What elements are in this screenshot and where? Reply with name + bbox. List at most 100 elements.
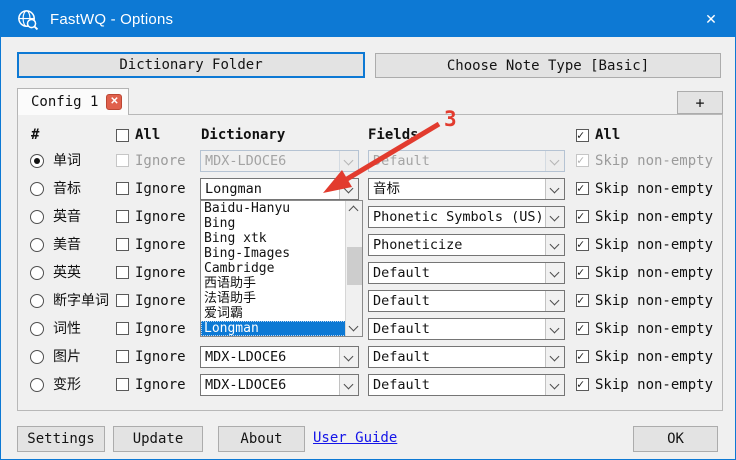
chevron-down-icon[interactable] [545,179,564,199]
dropdown-item-8[interactable]: Longman [201,321,346,336]
row-label-0: 单词 [53,150,81,172]
skip-label-row-6: Skip non-empty [595,318,713,340]
dropdown-item-2[interactable]: Bing xtk [201,231,346,246]
field-combo-row-5[interactable]: Default [368,290,565,312]
field-combo-value-5: Default [369,291,545,311]
user-guide-link[interactable]: User Guide [313,430,397,446]
ignore-label-row-5: Ignore [135,290,186,312]
ignore-label-row-8: Ignore [135,374,186,396]
chevron-down-icon[interactable] [339,151,358,171]
skip-checkbox-row-7[interactable] [576,350,589,363]
dropdown-item-7[interactable]: 爱词霸 [201,306,346,321]
scroll-down-icon[interactable] [349,322,359,332]
radio-row-3[interactable] [30,238,44,252]
radio-row-7[interactable] [30,350,44,364]
dropdown-item-4[interactable]: Cambridge [201,261,346,276]
chevron-down-icon[interactable] [545,375,564,395]
column-header-all-right: All [595,127,620,143]
skip-label-row-1: Skip non-empty [595,178,713,200]
radio-row-5[interactable] [30,294,44,308]
field-combo-row-7[interactable]: Default [368,346,565,368]
chevron-down-icon[interactable] [339,375,358,395]
ignore-checkbox-row-3[interactable] [116,238,129,251]
dropdown-items: Baidu-HanyuBingBing xtkBing-ImagesCambri… [201,201,362,336]
ignore-checkbox-row-7[interactable] [116,350,129,363]
radio-row-1[interactable] [30,182,44,196]
about-button[interactable]: About [218,426,305,452]
skip-checkbox-row-0[interactable] [576,154,589,167]
dropdown-item-3[interactable]: Bing-Images [201,246,346,261]
ignore-checkbox-row-4[interactable] [116,266,129,279]
chevron-down-icon[interactable] [545,263,564,283]
choose-note-type-button[interactable]: Choose Note Type [Basic] [375,53,721,78]
skip-label-row-3: Skip non-empty [595,234,713,256]
dictionary-folder-button[interactable]: Dictionary Folder [17,52,365,78]
chevron-down-icon[interactable] [545,235,564,255]
radio-row-4[interactable] [30,266,44,280]
dropdown-scrollbar[interactable] [345,201,362,336]
ignore-label-row-1: Ignore [135,178,186,200]
dictionary-dropdown-list: Baidu-HanyuBingBing xtkBing-ImagesCambri… [200,200,363,337]
ignore-checkbox-row-0[interactable] [116,154,129,167]
row-label-7: 图片 [53,346,81,368]
skip-checkbox-row-5[interactable] [576,294,589,307]
radio-row-0[interactable] [30,154,44,168]
dropdown-item-1[interactable]: Bing [201,216,346,231]
field-combo-row-2[interactable]: Phonetic Symbols (US) [368,206,565,228]
field-combo-row-3[interactable]: Phoneticize [368,234,565,256]
skip-checkbox-row-1[interactable] [576,182,589,195]
field-combo-row-4[interactable]: Default [368,262,565,284]
ignore-label-row-3: Ignore [135,234,186,256]
dict-combo-value-0: MDX-LDOCE6 [201,151,339,171]
close-icon[interactable]: ✕ [687,1,735,37]
ignore-checkbox-row-5[interactable] [116,294,129,307]
radio-row-8[interactable] [30,378,44,392]
chevron-down-icon[interactable] [545,151,564,171]
field-combo-row-1[interactable]: 音标 [368,178,565,200]
chevron-down-icon[interactable] [339,179,358,199]
all-ignore-checkbox[interactable] [116,129,129,142]
dict-combo-value-8: MDX-LDOCE6 [201,375,339,395]
skip-checkbox-row-2[interactable] [576,210,589,223]
ignore-checkbox-row-8[interactable] [116,378,129,391]
field-combo-row-8[interactable]: Default [368,374,565,396]
scrollbar-thumb[interactable] [347,247,362,285]
field-combo-row-6[interactable]: Default [368,318,565,340]
skip-checkbox-row-6[interactable] [576,322,589,335]
dropdown-item-5[interactable]: 西语助手 [201,276,346,291]
dropdown-item-6[interactable]: 法语助手 [201,291,346,306]
chevron-down-icon[interactable] [545,291,564,311]
ignore-checkbox-row-6[interactable] [116,322,129,335]
scroll-up-icon[interactable] [349,206,359,216]
tab-close-icon[interactable]: ✕ [106,94,122,110]
add-config-tab-button[interactable]: + [677,91,723,114]
settings-button[interactable]: Settings [17,426,105,452]
radio-row-2[interactable] [30,210,44,224]
row-label-4: 英英 [53,262,81,284]
dict-combo-row-0[interactable]: MDX-LDOCE6 [200,150,359,172]
ignore-label-row-2: Ignore [135,206,186,228]
skip-label-row-0: Skip non-empty [595,150,713,172]
ok-button[interactable]: OK [633,426,718,452]
ignore-checkbox-row-1[interactable] [116,182,129,195]
ignore-label-row-7: Ignore [135,346,186,368]
radio-row-6[interactable] [30,322,44,336]
field-combo-row-0[interactable]: Default [368,150,565,172]
dict-combo-row-8[interactable]: MDX-LDOCE6 [200,374,359,396]
chevron-down-icon[interactable] [545,319,564,339]
skip-checkbox-row-4[interactable] [576,266,589,279]
skip-checkbox-row-3[interactable] [576,238,589,251]
update-button[interactable]: Update [113,426,203,452]
chevron-down-icon[interactable] [339,347,358,367]
all-skip-checkbox[interactable] [576,129,589,142]
ignore-checkbox-row-2[interactable] [116,210,129,223]
tab-config-1-label: Config 1 [31,94,98,110]
column-header-dictionary: Dictionary [201,127,285,143]
tab-config-1[interactable]: Config 1 ✕ [17,88,129,115]
skip-checkbox-row-8[interactable] [576,378,589,391]
dropdown-item-0[interactable]: Baidu-Hanyu [201,201,346,216]
chevron-down-icon[interactable] [545,347,564,367]
dict-combo-row-1[interactable]: Longman [200,178,359,200]
dict-combo-row-7[interactable]: MDX-LDOCE6 [200,346,359,368]
chevron-down-icon[interactable] [545,207,564,227]
